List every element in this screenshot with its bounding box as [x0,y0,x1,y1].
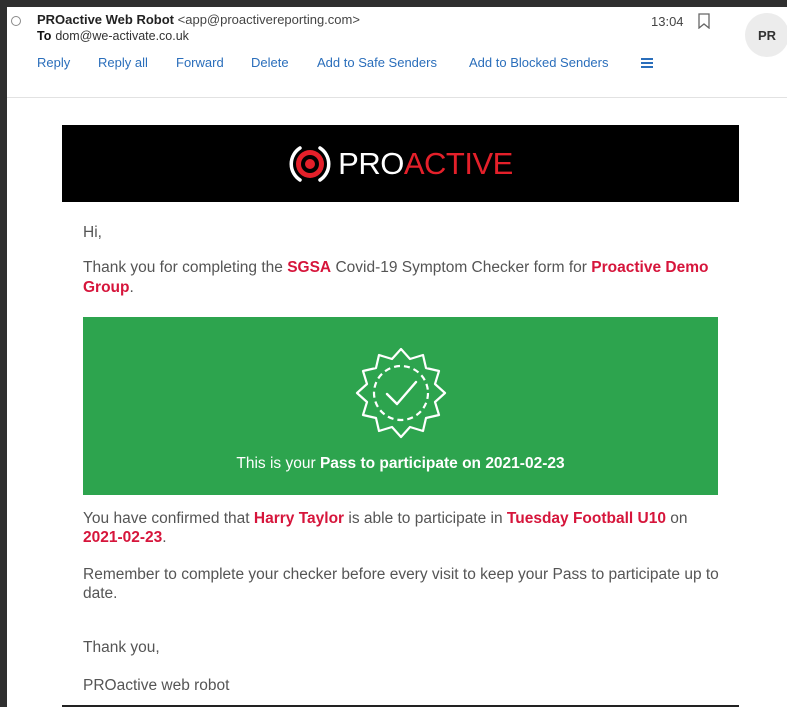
avatar[interactable]: PR [745,13,787,57]
pass-date: Pass to participate on 2021-02-23 [319,455,565,472]
email-intro: Hi, Thank you for completing the SGSA Co… [83,223,723,312]
reminder-paragraph: Remember to complete your checker before… [83,566,719,602]
received-time: 13:04 [651,14,684,29]
eye-target-icon [289,145,331,182]
org-name: SGSA [287,259,332,276]
reply-all-button[interactable]: Reply all [98,55,148,70]
proactive-logo: PROACTIVE [288,142,513,186]
greeting: Hi, [83,224,102,241]
logo-active: ACTIVE [403,145,513,181]
from-line: PROactive Web Robot <app@proactivereport… [37,12,360,27]
email-window: PROactive Web Robot <app@proactivereport… [7,7,787,707]
select-radio[interactable] [11,16,21,26]
reply-button[interactable]: Reply [37,55,70,70]
to-label: To [37,29,52,43]
add-blocked-senders-button[interactable]: Add to Blocked Senders [469,55,608,70]
to-address[interactable]: dom@we-activate.co.uk [55,29,189,43]
forward-button[interactable]: Forward [176,55,224,70]
closing-line: Thank you, [83,639,160,656]
intro-paragraph: Thank you for completing the SGSA Covid-… [83,259,709,296]
activity-date: 2021-02-23 [83,529,163,546]
participant-name: Harry Taylor [253,510,345,527]
email-header: PROactive Web Robot <app@proactivereport… [7,7,787,98]
logo-pro: PRO [338,145,404,181]
action-bar: Reply Reply all Forward Delete Add to Sa… [7,55,687,73]
to-line: To dom@we-activate.co.uk [37,29,189,43]
activity-name: Tuesday Football U10 [506,510,666,527]
signature: PROactive web robot [83,677,230,694]
hamburger-menu-icon[interactable] [641,58,653,68]
sender-email: <app@proactivereporting.com> [177,12,360,27]
verified-badge-icon [355,347,447,439]
delete-button[interactable]: Delete [251,55,289,70]
pass-message: This is your Pass to participate on 2021… [236,455,565,472]
brand-banner: PROACTIVE [62,125,739,202]
sender-name[interactable]: PROactive Web Robot [37,12,174,27]
pass-card: This is your Pass to participate on 2021… [83,317,718,495]
bookmark-icon[interactable] [697,13,711,29]
confirmation-paragraph: You have confirmed that Harry Taylor is … [83,510,688,546]
add-safe-senders-button[interactable]: Add to Safe Senders [317,55,437,70]
logo-wordmark: PROACTIVE [338,146,513,182]
